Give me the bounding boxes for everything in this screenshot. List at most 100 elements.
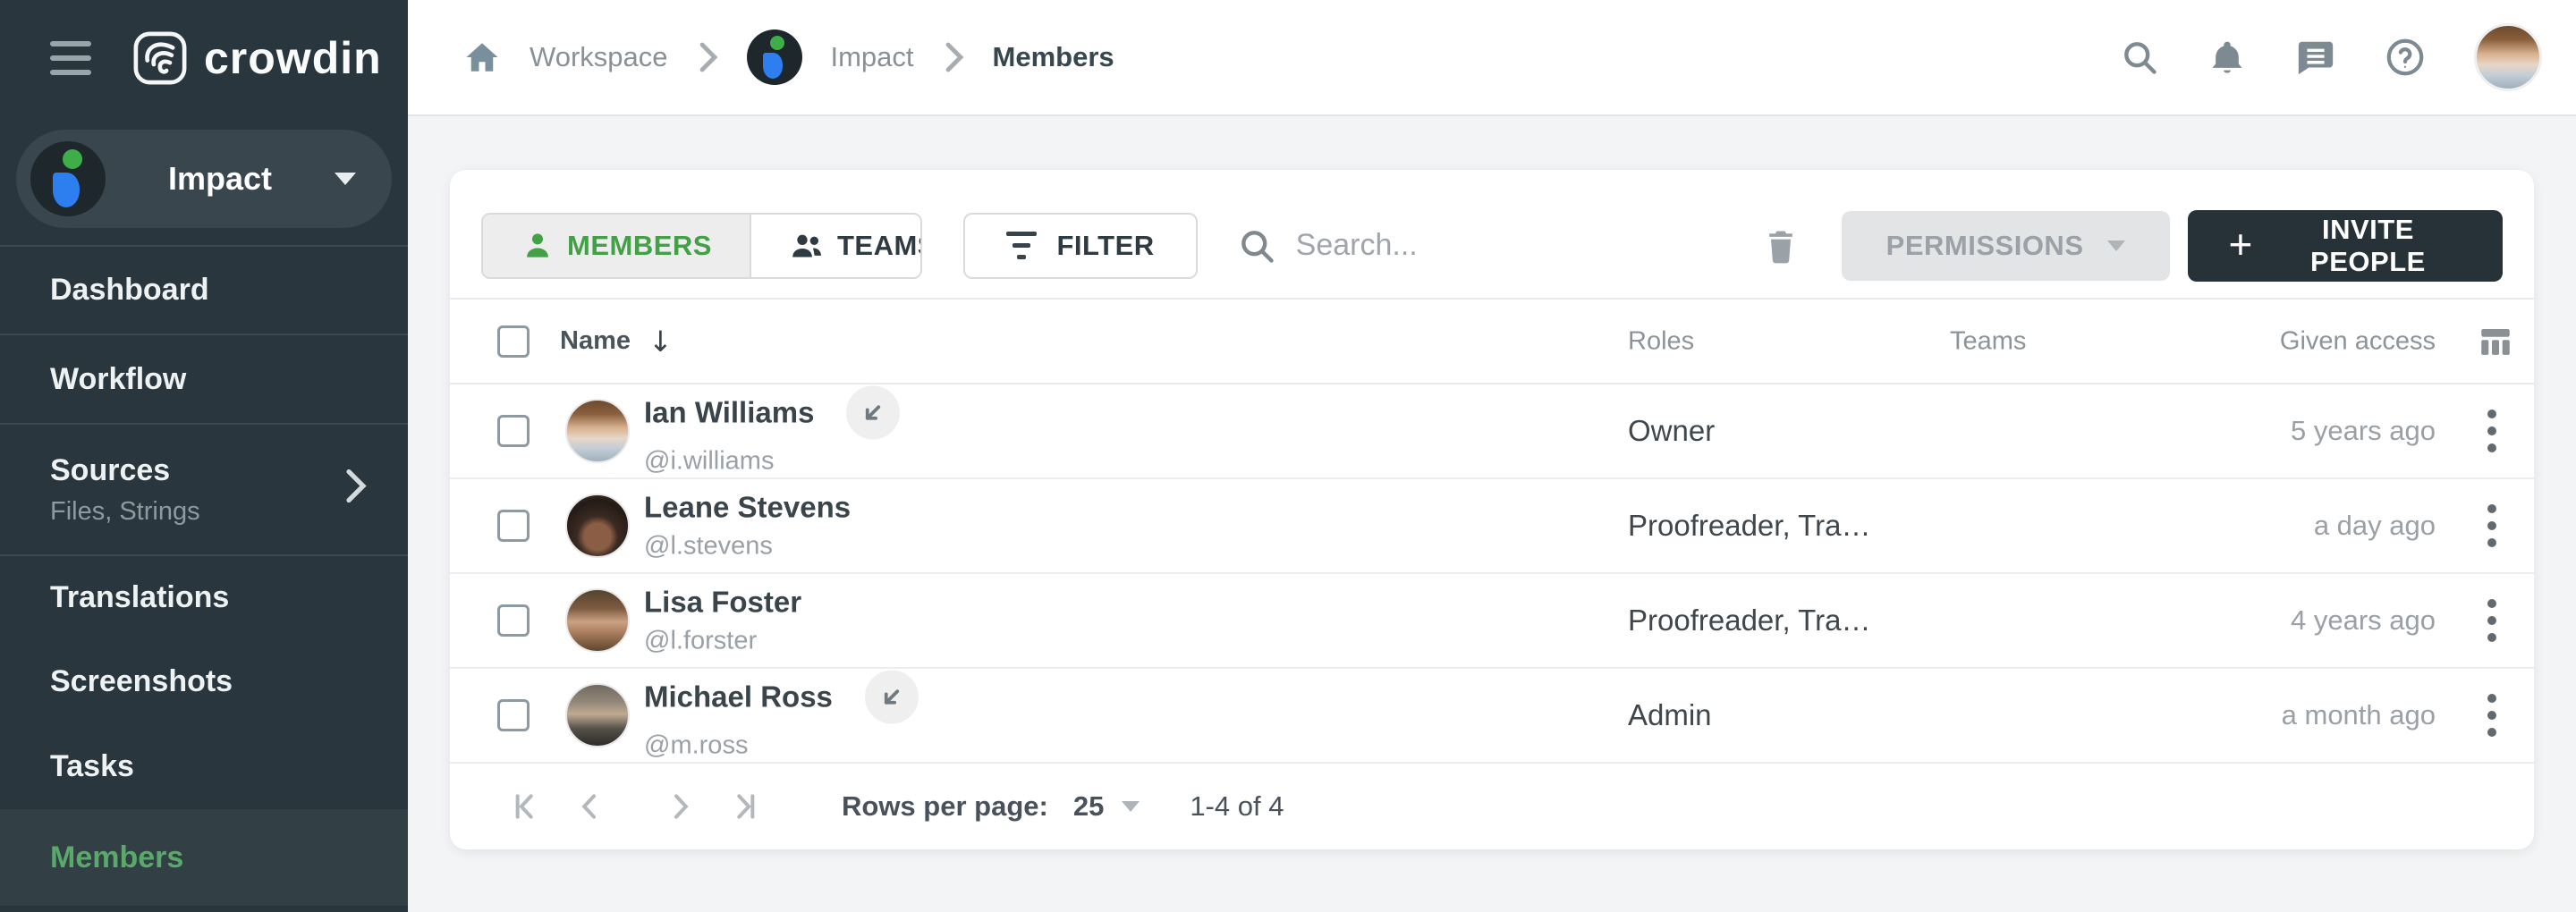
chevron-down-icon <box>2107 241 2125 251</box>
member-name[interactable]: Ian Williams <box>644 396 814 430</box>
sidebar-item-sources[interactable]: Sources Files, Strings <box>0 423 408 554</box>
first-page-button[interactable] <box>507 789 543 824</box>
sidebar-item-label: Tasks <box>50 749 408 784</box>
notifications-bell-icon[interactable] <box>2207 38 2247 77</box>
hamburger-menu-icon[interactable] <box>50 41 91 75</box>
column-header-given-access[interactable]: Given access <box>2280 326 2436 356</box>
row-checkbox[interactable] <box>497 699 530 731</box>
permissions-button[interactable]: PERMISSIONS <box>1842 211 2170 281</box>
column-settings-icon[interactable] <box>2477 323 2514 360</box>
pagination: Rows per page: 25 1-4 of 4 <box>450 764 2534 849</box>
column-header-name[interactable]: Name ↓ <box>560 325 673 359</box>
sort-desc-icon: ↓ <box>648 325 673 359</box>
invited-badge <box>865 671 919 724</box>
row-menu-kebab-icon[interactable] <box>2479 590 2505 651</box>
member-name[interactable]: Michael Ross <box>644 680 833 714</box>
delete-trash-icon[interactable] <box>1761 226 1801 266</box>
sidebar-item-members[interactable]: Members <box>0 809 408 906</box>
chevron-down-icon <box>1122 801 1140 812</box>
sidebar-item-label: Workflow <box>50 362 408 397</box>
topbar: Workspace Impact Members <box>408 0 2576 116</box>
member-avatar <box>565 494 630 558</box>
sidebar-item-label: Screenshots <box>50 664 408 699</box>
sidebar-item-label: Members <box>50 840 408 875</box>
rows-per-page-select[interactable]: 25 <box>1073 790 1140 823</box>
crowdin-logo[interactable]: crowdin <box>132 30 382 86</box>
sidebar-header: crowdin <box>0 0 408 116</box>
member-username: @l.stevens <box>644 532 851 562</box>
arrow-down-left-icon <box>878 684 905 711</box>
tab-members[interactable]: MEMBERS <box>483 215 751 277</box>
chevron-right-icon <box>697 41 718 73</box>
member-given-access: a day ago <box>2314 510 2436 542</box>
row-menu-kebab-icon[interactable] <box>2479 685 2505 746</box>
member-name[interactable]: Lisa Foster <box>644 586 801 620</box>
select-all-checkbox[interactable] <box>497 325 530 358</box>
rows-per-page-value: 25 <box>1073 790 1104 823</box>
search-icon[interactable] <box>2120 38 2159 77</box>
breadcrumb: Workspace Impact Members <box>463 30 1114 85</box>
sidebar-item-workflow[interactable]: Workflow <box>0 334 408 423</box>
member-given-access: 5 years ago <box>2291 415 2436 447</box>
members-card: MEMBERS TEAMS FILTER <box>450 170 2534 849</box>
breadcrumb-workspace[interactable]: Workspace <box>530 41 668 73</box>
table-row[interactable]: Lisa Foster @l.forster Proofreader, Tra…… <box>450 574 2534 669</box>
member-name[interactable]: Leane Stevens <box>644 491 851 525</box>
sidebar-item-screenshots[interactable]: Screenshots <box>0 639 408 724</box>
members-toolbar: MEMBERS TEAMS FILTER <box>450 170 2534 298</box>
member-avatar <box>565 588 630 653</box>
table-row[interactable]: Michael Ross @m.ross Admin a month ago <box>450 669 2534 764</box>
invite-people-button[interactable]: + INVITE PEOPLE <box>2188 210 2504 282</box>
column-header-teams[interactable]: Teams <box>1950 326 2026 356</box>
crowdin-logo-icon <box>132 30 188 86</box>
tab-label: MEMBERS <box>567 230 712 262</box>
row-menu-kebab-icon[interactable] <box>2479 401 2505 461</box>
member-given-access: 4 years ago <box>2291 604 2436 637</box>
view-tabs: MEMBERS TEAMS <box>481 213 922 279</box>
project-selector[interactable]: Impact <box>16 130 392 228</box>
invited-badge <box>846 386 900 440</box>
sidebar-item-label: Dashboard <box>50 273 408 308</box>
user-avatar[interactable] <box>2474 23 2542 91</box>
table-body: Ian Williams @i.williams Owner 5 years a… <box>450 384 2534 764</box>
filter-button-label: FILTER <box>1056 230 1154 262</box>
sidebar-item-tasks[interactable]: Tasks <box>0 724 408 809</box>
breadcrumb-project[interactable]: Impact <box>831 41 914 73</box>
row-checkbox[interactable] <box>497 415 530 447</box>
permissions-button-label: PERMISSIONS <box>1886 230 2084 262</box>
content-area: MEMBERS TEAMS FILTER <box>408 116 2576 912</box>
help-icon[interactable] <box>2385 37 2426 78</box>
messages-chat-icon[interactable] <box>2295 37 2336 78</box>
main-area: Workspace Impact Members <box>408 0 2576 912</box>
search-input[interactable] <box>1296 228 1761 263</box>
member-avatar <box>565 683 630 747</box>
logo-wordmark: crowdin <box>204 32 382 84</box>
home-icon[interactable] <box>463 38 501 76</box>
member-roles: Proofreader, Tra… <box>1628 604 1870 638</box>
row-checkbox[interactable] <box>497 510 530 542</box>
arrow-down-left-icon <box>860 400 886 426</box>
filter-button[interactable]: FILTER <box>963 213 1197 279</box>
sidebar-item-dashboard[interactable]: Dashboard <box>0 245 408 334</box>
column-header-roles[interactable]: Roles <box>1628 326 1694 356</box>
next-page-button[interactable] <box>663 789 699 824</box>
sidebar-item-translations[interactable]: Translations <box>0 554 408 639</box>
table-header: Name ↓ Roles Teams Given access <box>450 298 2534 384</box>
project-name: Impact <box>106 160 335 198</box>
project-avatar <box>747 30 802 85</box>
search-icon <box>1237 226 1276 266</box>
previous-page-button[interactable] <box>572 789 607 824</box>
last-page-button[interactable] <box>727 789 763 824</box>
topbar-actions <box>2120 23 2542 91</box>
plus-icon: + <box>2229 224 2253 265</box>
invite-button-label: INVITE PEOPLE <box>2275 214 2462 278</box>
row-checkbox[interactable] <box>497 604 530 637</box>
project-avatar <box>30 141 106 216</box>
table-row[interactable]: Leane Stevens @l.stevens Proofreader, Tr… <box>450 479 2534 574</box>
tab-teams[interactable]: TEAMS <box>751 215 923 277</box>
sidebar: crowdin Impact Dashboard Workflow Source… <box>0 0 408 912</box>
chevron-down-icon <box>335 173 356 185</box>
member-username: @i.williams <box>644 447 900 477</box>
row-menu-kebab-icon[interactable] <box>2479 495 2505 556</box>
table-row[interactable]: Ian Williams @i.williams Owner 5 years a… <box>450 384 2534 479</box>
